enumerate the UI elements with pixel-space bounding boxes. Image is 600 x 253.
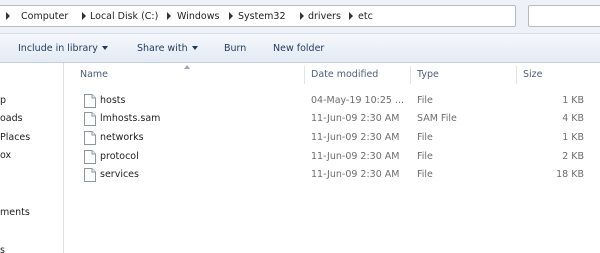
- column-header: Name Date modified Type Size: [64, 63, 600, 87]
- file-size: 2 KB: [562, 151, 584, 162]
- include-in-library-button[interactable]: Include in library: [18, 43, 108, 57]
- file-icon: [84, 112, 96, 126]
- file-date-modified: 11-Jun-09 2:30 AM: [311, 113, 400, 124]
- breadcrumb-local-disk[interactable]: Local Disk (C:): [90, 11, 158, 23]
- file-date-modified: 04-May-19 10:25 ...: [311, 95, 404, 106]
- file-name: hosts: [100, 95, 126, 106]
- include-in-library-label: Include in library: [18, 43, 98, 54]
- nav-item[interactable]: p: [0, 95, 6, 107]
- chevron-right-icon[interactable]: [229, 12, 233, 20]
- chevron-down-icon: [191, 46, 198, 50]
- breadcrumb-drivers[interactable]: drivers: [308, 11, 341, 23]
- chevron-right-icon[interactable]: [6, 12, 10, 20]
- file-row[interactable]: lmhosts.sam 11-Jun-09 2:30 AM SAM File 4…: [64, 110, 600, 128]
- file-name: protocol: [100, 151, 139, 162]
- file-date-modified: 11-Jun-09 2:30 AM: [311, 151, 400, 162]
- file-type: File: [417, 132, 433, 143]
- file-row[interactable]: hosts 04-May-19 10:25 ... File 1 KB: [64, 92, 600, 110]
- new-folder-button[interactable]: New folder: [273, 43, 324, 57]
- command-bar: Include in library Share with Burn New f…: [0, 33, 600, 63]
- nav-item[interactable]: Places: [0, 132, 30, 144]
- address-bar-area: Computer Local Disk (C:) Windows System3…: [0, 0, 600, 33]
- file-date-modified: 11-Jun-09 2:30 AM: [311, 132, 400, 143]
- navigation-pane: p oads Places ox ments s: [0, 63, 64, 253]
- file-icon: [84, 94, 96, 108]
- sort-ascending-icon: [184, 65, 190, 69]
- file-icon: [84, 150, 96, 164]
- file-name: networks: [100, 132, 144, 143]
- file-size: 4 KB: [562, 113, 584, 124]
- breadcrumb-etc[interactable]: etc: [358, 11, 373, 23]
- nav-item[interactable]: s: [0, 245, 5, 253]
- file-name: lmhosts.sam: [100, 113, 161, 124]
- search-input[interactable]: [528, 5, 600, 27]
- chevron-right-icon[interactable]: [167, 12, 171, 20]
- file-name: services: [100, 169, 139, 180]
- nav-item[interactable]: ments: [0, 207, 30, 219]
- file-date-modified: 11-Jun-09 2:30 AM: [311, 169, 400, 180]
- column-type[interactable]: Type: [411, 63, 439, 87]
- column-size[interactable]: Size: [517, 63, 543, 87]
- file-row[interactable]: services 11-Jun-09 2:30 AM File 18 KB: [64, 166, 600, 184]
- share-with-button[interactable]: Share with: [137, 43, 198, 57]
- file-icon: [84, 131, 96, 145]
- file-type: File: [417, 95, 433, 106]
- file-type: SAM File: [417, 113, 457, 124]
- file-size: 1 KB: [562, 132, 584, 143]
- share-with-label: Share with: [137, 43, 188, 54]
- column-name[interactable]: Name: [74, 63, 108, 87]
- address-bar[interactable]: Computer Local Disk (C:) Windows System3…: [0, 5, 516, 27]
- file-icon: [84, 168, 96, 182]
- file-type: File: [417, 169, 433, 180]
- breadcrumb-computer[interactable]: Computer: [21, 11, 68, 23]
- chevron-down-icon: [101, 46, 108, 50]
- chevron-right-icon[interactable]: [349, 12, 353, 20]
- nav-item[interactable]: oads: [0, 113, 23, 125]
- breadcrumb-windows[interactable]: Windows: [177, 11, 219, 23]
- file-row[interactable]: protocol 11-Jun-09 2:30 AM File 2 KB: [64, 148, 600, 166]
- column-date-modified[interactable]: Date modified: [305, 63, 378, 87]
- nav-item[interactable]: ox: [0, 150, 11, 162]
- file-type: File: [417, 151, 433, 162]
- file-size: 18 KB: [556, 169, 584, 180]
- file-size: 1 KB: [562, 95, 584, 106]
- chevron-right-icon[interactable]: [300, 12, 304, 20]
- chevron-right-icon[interactable]: [82, 12, 86, 20]
- breadcrumb-system32[interactable]: System32: [238, 11, 286, 23]
- file-row[interactable]: networks 11-Jun-09 2:30 AM File 1 KB: [64, 129, 600, 147]
- burn-button[interactable]: Burn: [224, 43, 246, 57]
